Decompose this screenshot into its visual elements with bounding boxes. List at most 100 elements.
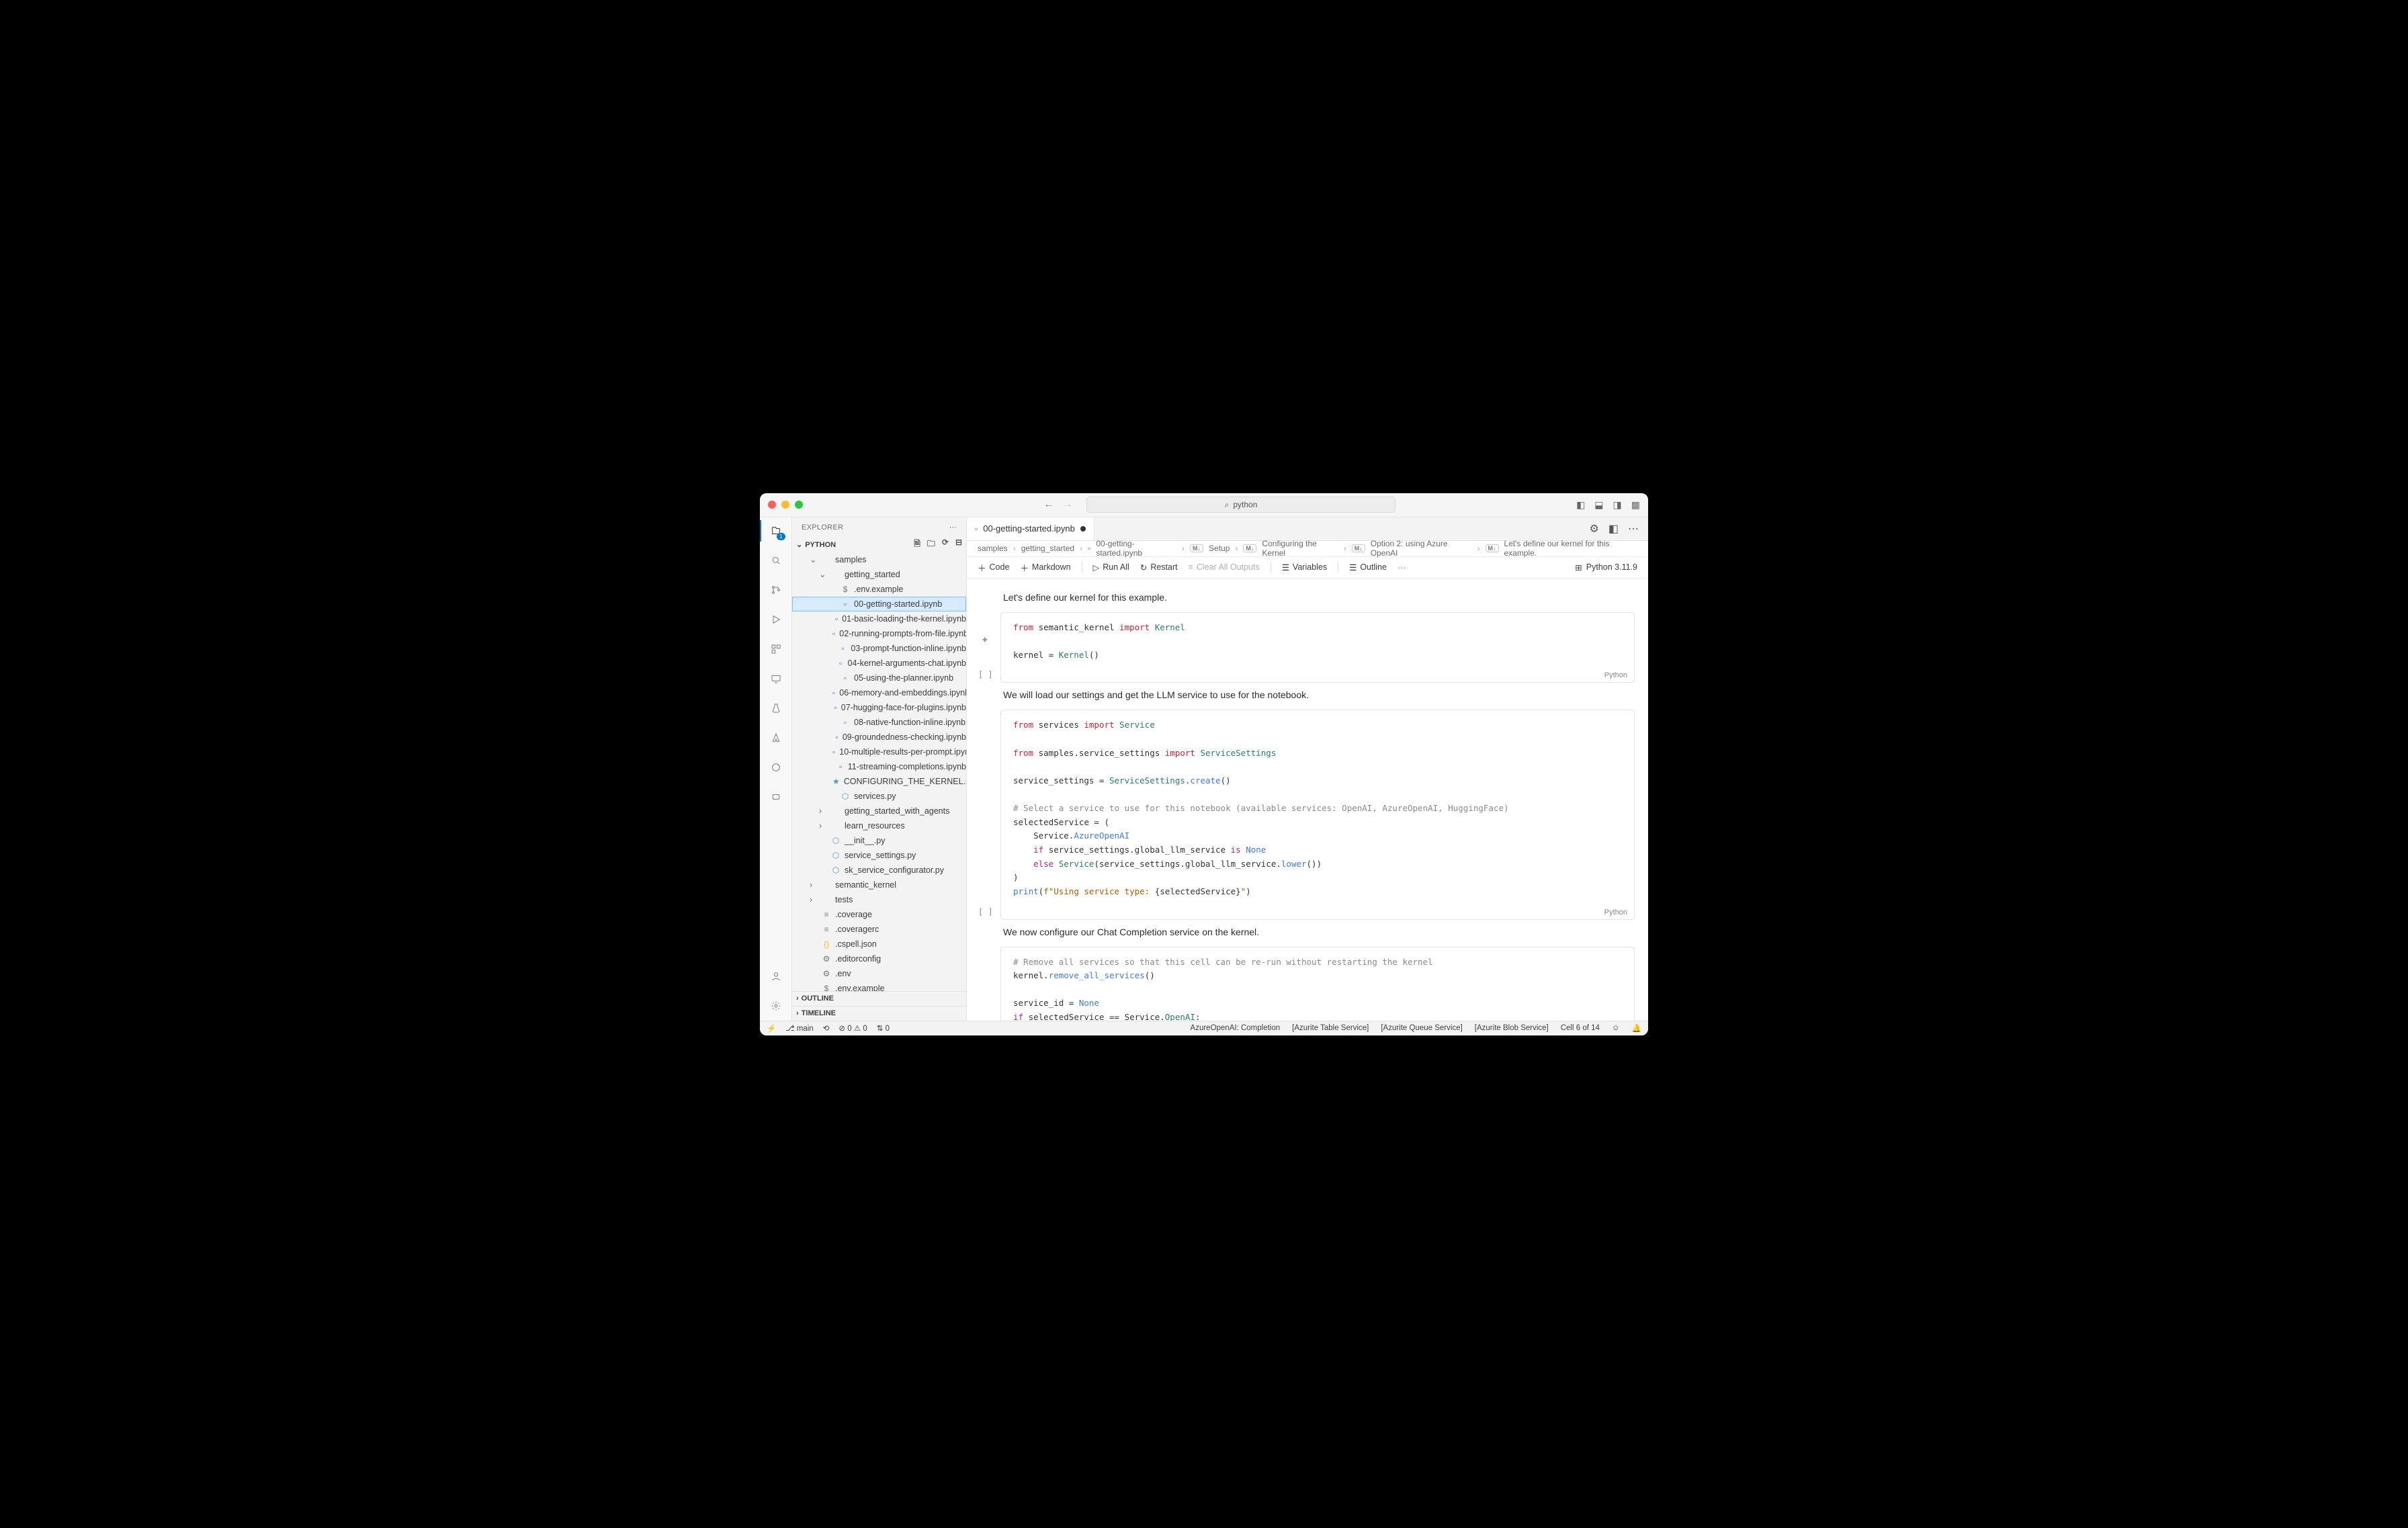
tree-item[interactable]: ›learn_resources (792, 818, 966, 833)
code-cell-1[interactable]: ✦ from semantic_kernel import Kernel ker… (1000, 612, 1635, 683)
breadcrumb-item[interactable]: Configuring the Kernel (1262, 539, 1338, 558)
sidebar-more-icon[interactable]: ⋯ (949, 523, 957, 532)
sync-button[interactable]: ⟲ (823, 1023, 830, 1033)
source-control-icon[interactable] (768, 582, 784, 598)
breadcrumb-item[interactable]: 00-getting-started.ipynb (1096, 539, 1176, 558)
tree-item[interactable]: {}.cspell.json (792, 937, 966, 951)
tab-more-icon[interactable]: ⋯ (1628, 522, 1639, 536)
tree-item[interactable]: ⚙.editorconfig (792, 951, 966, 966)
tree-item[interactable]: ⬡__init__.py (792, 833, 966, 848)
code-cell-3[interactable]: # Remove all services so that this cell … (1000, 947, 1635, 1021)
misc-icon-1[interactable] (768, 759, 784, 775)
tree-item[interactable]: ▫05-using-the-planner.ipynb (792, 671, 966, 685)
breadcrumbs[interactable]: samples›getting_started›▫00-getting-star… (967, 541, 1648, 557)
azure-icon[interactable] (768, 730, 784, 746)
testing-icon[interactable] (768, 700, 784, 716)
tree-item[interactable]: ▫02-running-prompts-from-file.ipynb (792, 626, 966, 641)
tree-item[interactable]: ›semantic_kernel (792, 878, 966, 892)
run-all-button[interactable]: ▷Run All (1093, 562, 1129, 572)
breadcrumb-item[interactable]: getting_started (1021, 544, 1074, 553)
panel-left-icon[interactable]: ◧ (1576, 499, 1585, 511)
code-cell-2[interactable]: from services import Service from sample… (1000, 710, 1635, 919)
run-debug-icon[interactable] (768, 611, 784, 628)
outline-button[interactable]: ☰Outline (1349, 562, 1387, 572)
problems-indicator[interactable]: ⊘ 0 ⚠ 0 (838, 1023, 867, 1033)
tree-item[interactable]: ≡.coveragerc (792, 922, 966, 937)
sparkle-icon[interactable]: ✦ (981, 634, 989, 646)
status-cell-position[interactable]: Cell 6 of 14 (1561, 1024, 1600, 1032)
tree-item[interactable]: ⌄samples (792, 552, 966, 567)
kernel-picker[interactable]: ⊞ Python 3.11.9 (1575, 562, 1637, 572)
tree-item[interactable]: ›getting_started_with_agents (792, 804, 966, 818)
maximize-window[interactable] (795, 501, 803, 509)
tree-item[interactable]: ▫10-multiple-results-per-prompt.ipynb (792, 745, 966, 759)
ports-indicator[interactable]: ⇅ 0 (877, 1023, 890, 1033)
status-azurite-blob[interactable]: [Azurite Blob Service] (1475, 1024, 1549, 1032)
toolbar-more-icon[interactable]: ⋯ (1398, 562, 1406, 572)
notifications-icon[interactable]: 🔔 (1632, 1023, 1641, 1033)
tree-item[interactable]: ▫09-groundedness-checking.ipynb (792, 730, 966, 745)
breadcrumb-item[interactable]: Let's define our kernel for this example… (1504, 539, 1638, 558)
settings-gear-icon[interactable] (768, 998, 784, 1014)
tree-item[interactable]: ⚙.env (792, 966, 966, 981)
branch-indicator[interactable]: ⎇ main (785, 1023, 813, 1033)
tree-item[interactable]: ⌄getting_started (792, 567, 966, 582)
remote-indicator[interactable]: ⚡ (767, 1023, 776, 1033)
status-azurite-queue[interactable]: [Azurite Queue Service] (1381, 1024, 1462, 1032)
tree-item[interactable]: ⬡services.py (792, 789, 966, 804)
breadcrumb-item[interactable]: samples (978, 544, 1008, 553)
split-editor-icon[interactable]: ◧ (1608, 522, 1619, 536)
command-center[interactable]: ⌕ python (1086, 497, 1395, 513)
workspace-header[interactable]: ⌄ PYTHON 🗎 🗀 ⟳ ⊟ (792, 538, 966, 552)
markdown-cell[interactable]: We will load our settings and get the LL… (1003, 689, 1632, 700)
panel-bottom-icon[interactable]: ⬓ (1594, 499, 1603, 511)
tree-item[interactable]: $.env.example (792, 981, 966, 991)
status-azurite-table[interactable]: [Azurite Table Service] (1292, 1024, 1369, 1032)
refresh-icon[interactable]: ⟳ (942, 538, 949, 552)
tree-item[interactable]: ▫08-native-function-inline.ipynb (792, 715, 966, 730)
new-folder-icon[interactable]: 🗀 (927, 538, 935, 552)
tree-item[interactable]: ⬡sk_service_configurator.py (792, 863, 966, 878)
misc-icon-2[interactable] (768, 789, 784, 805)
remote-explorer-icon[interactable] (768, 671, 784, 687)
collapse-all-icon[interactable]: ⊟ (955, 538, 962, 552)
breadcrumb-item[interactable]: Setup (1209, 544, 1230, 553)
tab-settings-icon[interactable]: ⚙ (1590, 522, 1599, 536)
status-azure-completion[interactable]: AzureOpenAI: Completion (1191, 1024, 1281, 1032)
clear-outputs-button[interactable]: ≡Clear All Outputs (1189, 562, 1260, 572)
tree-item[interactable]: ★CONFIGURING_THE_KERNEL.md (792, 774, 966, 789)
add-code-button[interactable]: ＋Code (978, 561, 1009, 574)
tree-item[interactable]: ▫01-basic-loading-the-kernel.ipynb (792, 611, 966, 626)
tree-item[interactable]: ›tests (792, 892, 966, 907)
cell-lang[interactable]: Python (1604, 908, 1627, 917)
new-file-icon[interactable]: 🗎 (914, 538, 920, 552)
explorer-icon[interactable]: 1 (768, 523, 784, 539)
close-window[interactable] (768, 501, 776, 509)
timeline-section[interactable]: › TIMELINE (792, 1006, 966, 1021)
restart-button[interactable]: ↻Restart (1140, 562, 1178, 572)
nav-back-icon[interactable]: ← (1043, 499, 1054, 511)
status-icon-1[interactable]: ☺ (1612, 1024, 1620, 1032)
markdown-cell[interactable]: We now configure our Chat Completion ser… (1003, 927, 1632, 937)
panel-right-icon[interactable]: ◨ (1613, 499, 1622, 511)
tree-item[interactable]: ▫06-memory-and-embeddings.ipynb (792, 685, 966, 700)
search-activity-icon[interactable] (768, 552, 784, 568)
outline-section[interactable]: › OUTLINE (792, 991, 966, 1006)
minimize-window[interactable] (781, 501, 789, 509)
tree-item[interactable]: ▫07-hugging-face-for-plugins.ipynb (792, 700, 966, 715)
notebook-view[interactable]: ✎ ▭ ⋯ 🗑 Let's define our kernel for this… (967, 579, 1648, 1021)
account-icon[interactable] (768, 968, 784, 984)
tree-item[interactable]: ▫00-getting-started.ipynb (792, 597, 966, 611)
tab-notebook[interactable]: ▫ 00-getting-started.ipynb (967, 517, 1094, 540)
layout-icon[interactable]: ▦ (1631, 499, 1640, 511)
tree-item[interactable]: ▫03-prompt-function-inline.ipynb (792, 641, 966, 656)
tree-item[interactable]: ▫11-streaming-completions.ipynb (792, 759, 966, 774)
markdown-cell[interactable]: Let's define our kernel for this example… (1003, 592, 1632, 603)
tree-item[interactable]: ≡.coverage (792, 907, 966, 922)
add-markdown-button[interactable]: ＋Markdown (1020, 561, 1070, 574)
cell-lang[interactable]: Python (1604, 671, 1627, 679)
nav-forward-icon[interactable]: → (1062, 499, 1073, 511)
tree-item[interactable]: ▫04-kernel-arguments-chat.ipynb (792, 656, 966, 671)
tree-item[interactable]: ⬡service_settings.py (792, 848, 966, 863)
tree-item[interactable]: $.env.example (792, 582, 966, 597)
